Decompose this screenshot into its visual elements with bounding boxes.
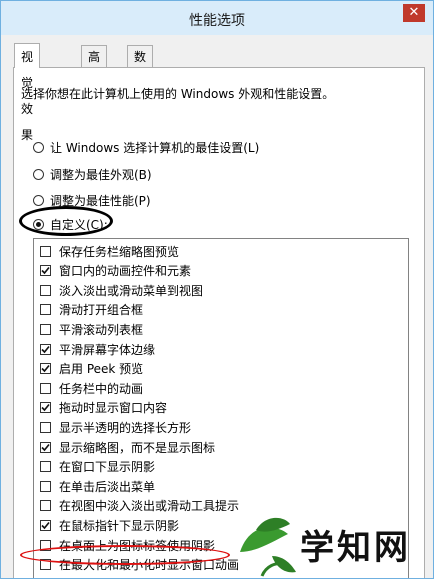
- checklist-item-label: 任务栏中的动画: [59, 381, 144, 396]
- checkbox-checked-icon[interactable]: [40, 441, 51, 453]
- performance-options-window: 性能选项 ✕ 视觉效果 高级 数据执行保护 选择你想在此计算机上使用的 Wind…: [0, 0, 434, 579]
- checklist-item[interactable]: 在单击后淡出菜单: [34, 476, 155, 496]
- checkbox-checked-icon[interactable]: [40, 363, 51, 375]
- checkbox-unchecked-icon[interactable]: [40, 382, 51, 394]
- checklist-item-label: 保存任务栏缩略图预览: [59, 244, 180, 259]
- checklist-item-label: 显示半透明的选择长方形: [59, 420, 192, 435]
- checklist-item-label: 淡入淡出或滑动菜单到视图: [59, 283, 204, 298]
- checklist-item[interactable]: 平滑滚动列表框: [34, 319, 143, 339]
- checklist-item[interactable]: 启用 Peek 预览: [34, 359, 143, 379]
- checklist-item[interactable]: 显示缩略图，而不是显示图标: [34, 437, 215, 457]
- checklist-item-label: 平滑滚动列表框: [59, 322, 144, 337]
- radio-button-icon[interactable]: [33, 141, 44, 153]
- checklist-item[interactable]: 滑动打开组合框: [34, 300, 143, 320]
- checklist-item-label: 平滑屏幕字体边缘: [59, 342, 156, 357]
- checkbox-unchecked-icon[interactable]: [40, 284, 51, 296]
- checkbox-checked-icon[interactable]: [40, 402, 51, 414]
- tab-visual-effects[interactable]: 视觉效果: [14, 43, 41, 142]
- checklist-item[interactable]: 窗口内的动画控件和元素: [34, 261, 191, 281]
- watermark-text: 学知网: [300, 528, 411, 568]
- checklist-item-label: 窗口内的动画控件和元素: [59, 264, 192, 279]
- checklist-item-label: 启用 Peek 预览: [59, 362, 144, 377]
- checkbox-unchecked-icon[interactable]: [40, 461, 51, 473]
- window-title: 性能选项: [189, 13, 245, 29]
- checklist-item[interactable]: 淡入淡出或滑动菜单到视图: [34, 280, 203, 300]
- radio-label: 调整为最佳外观(B): [50, 167, 152, 182]
- checklist-item-label: 在视图中淡入淡出或滑动工具提示: [59, 499, 240, 514]
- checkbox-unchecked-icon[interactable]: [40, 304, 51, 316]
- checklist-item[interactable]: 保存任务栏缩略图预览: [34, 241, 179, 261]
- radio-button-icon[interactable]: [33, 194, 44, 206]
- title-bar: 性能选项 ✕: [1, 1, 433, 35]
- checklist-item[interactable]: 平滑屏幕字体边缘: [34, 339, 155, 359]
- description-text: 选择你想在此计算机上使用的 Windows 外观和性能设置。: [21, 87, 335, 101]
- radio-label: 让 Windows 选择计算机的最佳设置(L): [50, 140, 260, 155]
- radio-best-appearance[interactable]: 调整为最佳外观(B): [33, 164, 152, 184]
- checklist-item-label: 在单击后淡出菜单: [59, 479, 156, 494]
- checkbox-checked-icon[interactable]: [40, 343, 51, 355]
- checklist-item[interactable]: 在视图中淡入淡出或滑动工具提示: [34, 496, 239, 516]
- checklist-item-label: 显示缩略图，而不是显示图标: [59, 440, 216, 455]
- checkbox-unchecked-icon[interactable]: [40, 323, 51, 335]
- checkbox-unchecked-icon[interactable]: [40, 480, 51, 492]
- tab-advanced[interactable]: 高级: [81, 45, 108, 86]
- checkbox-unchecked-icon[interactable]: [40, 245, 51, 257]
- checkbox-unchecked-icon[interactable]: [40, 421, 51, 433]
- radio-let-windows-choose[interactable]: 让 Windows 选择计算机的最佳设置(L): [33, 137, 259, 157]
- black-ink-circle-annotation: [19, 206, 113, 236]
- radio-button-icon[interactable]: [33, 168, 44, 180]
- tab-data-execution-prevention[interactable]: 数据执行保护: [127, 45, 154, 174]
- checklist-item[interactable]: 拖动时显示窗口内容: [34, 398, 167, 418]
- checkbox-checked-icon[interactable]: [40, 265, 51, 277]
- checklist-item-label: 在窗口下显示阴影: [59, 460, 156, 475]
- checkbox-checked-icon[interactable]: [40, 519, 51, 531]
- checklist-item[interactable]: 任务栏中的动画: [34, 378, 143, 398]
- checklist-item[interactable]: 在鼠标指针下显示阴影: [34, 515, 179, 535]
- checklist-item-label: 拖动时显示窗口内容: [59, 401, 168, 416]
- checklist-item-label: 滑动打开组合框: [59, 303, 144, 318]
- checklist-item[interactable]: 显示半透明的选择长方形: [34, 417, 191, 437]
- checkbox-unchecked-icon[interactable]: [40, 500, 51, 512]
- checklist-item-label: 在鼠标指针下显示阴影: [59, 518, 180, 533]
- checklist-item[interactable]: 在窗口下显示阴影: [34, 457, 155, 477]
- red-ink-circle-annotation: [20, 545, 230, 565]
- close-button[interactable]: ✕: [403, 4, 425, 22]
